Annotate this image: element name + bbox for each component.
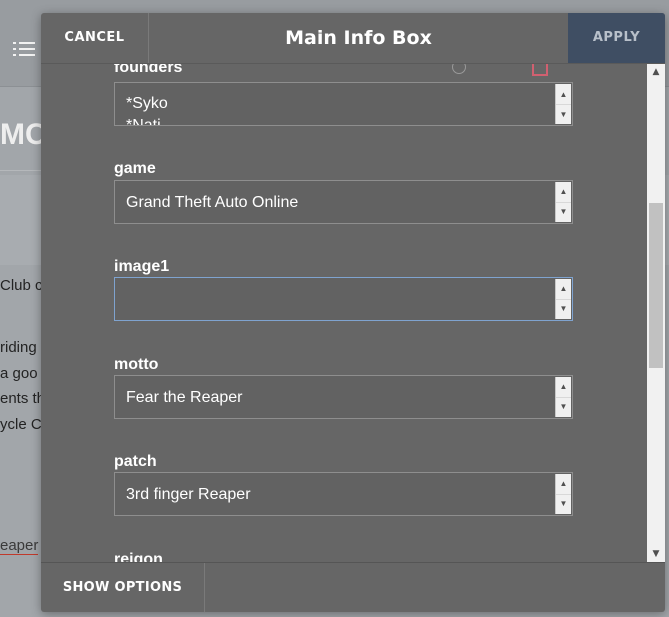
game-value: Grand Theft Auto Online bbox=[126, 194, 299, 211]
scroll-up-arrow-icon[interactable]: ▲ bbox=[647, 64, 665, 80]
background-text-link[interactable]: eaper bbox=[0, 537, 39, 555]
founders-value-line2: *Nati bbox=[126, 117, 161, 126]
list-menu-icon[interactable] bbox=[13, 40, 35, 60]
field-label-image1: image1 bbox=[114, 258, 170, 275]
field-label-patch: patch bbox=[114, 453, 157, 470]
background-text-line: a goo bbox=[0, 365, 38, 382]
scrollbar-thumb[interactable] bbox=[649, 203, 663, 368]
chevron-down-icon[interactable]: ▼ bbox=[556, 202, 571, 222]
info-icon[interactable] bbox=[452, 64, 466, 74]
cancel-button[interactable]: CANCEL bbox=[41, 13, 149, 63]
founders-spinner[interactable]: ▲ ▼ bbox=[555, 84, 571, 124]
patch-input[interactable]: 3rd finger Reaper ▲ ▼ bbox=[114, 472, 573, 516]
scroll-down-arrow-icon[interactable]: ▼ bbox=[647, 546, 665, 562]
game-spinner[interactable]: ▲ ▼ bbox=[555, 182, 571, 222]
dialog-title: Main Info Box bbox=[285, 27, 432, 49]
chevron-down-icon[interactable]: ▼ bbox=[556, 494, 571, 514]
background-text-line: Club c bbox=[0, 277, 43, 294]
trash-icon[interactable] bbox=[532, 64, 548, 76]
background-page-title: MC bbox=[0, 118, 47, 151]
motto-input[interactable]: Fear the Reaper ▲ ▼ bbox=[114, 375, 573, 419]
chevron-down-icon[interactable]: ▼ bbox=[556, 299, 571, 319]
background-text-line: ents th bbox=[0, 390, 46, 407]
founders-value-line1: *Syko bbox=[126, 95, 168, 112]
patch-value: 3rd finger Reaper bbox=[126, 486, 251, 503]
show-options-button[interactable]: SHOW OPTIONS bbox=[41, 563, 205, 612]
chevron-down-icon[interactable]: ▼ bbox=[556, 397, 571, 417]
apply-button[interactable]: APPLY bbox=[568, 13, 665, 63]
dialog-scrollbar[interactable]: ▲ ▼ bbox=[647, 64, 665, 562]
founders-input[interactable]: *Syko *Nati ▲ ▼ bbox=[114, 82, 573, 126]
dialog-header: CANCEL Main Info Box APPLY bbox=[41, 13, 665, 64]
motto-spinner[interactable]: ▲ ▼ bbox=[555, 377, 571, 417]
chevron-up-icon[interactable]: ▲ bbox=[556, 84, 571, 105]
field-label-founders: founders bbox=[114, 64, 183, 76]
field-label-game: game bbox=[114, 160, 156, 177]
image1-input[interactable]: ▲ ▼ bbox=[114, 277, 573, 321]
patch-spinner[interactable]: ▲ ▼ bbox=[555, 474, 571, 514]
dialog-footer: SHOW OPTIONS bbox=[41, 562, 665, 612]
chevron-down-icon[interactable]: ▼ bbox=[556, 104, 571, 124]
dialog-body: founders *Syko *Nati ▲ ▼ game Grand Thef… bbox=[41, 64, 665, 562]
background-text-line: riding bbox=[0, 339, 37, 356]
motto-value: Fear the Reaper bbox=[126, 389, 243, 406]
image1-spinner[interactable]: ▲ ▼ bbox=[555, 279, 571, 319]
game-input[interactable]: Grand Theft Auto Online ▲ ▼ bbox=[114, 180, 573, 224]
field-label-motto: motto bbox=[114, 356, 159, 373]
background-text-line: ycle C bbox=[0, 416, 42, 433]
main-info-box-dialog: CANCEL Main Info Box APPLY founders *Syk… bbox=[41, 13, 665, 612]
field-label-reigon: reigon bbox=[114, 551, 163, 562]
